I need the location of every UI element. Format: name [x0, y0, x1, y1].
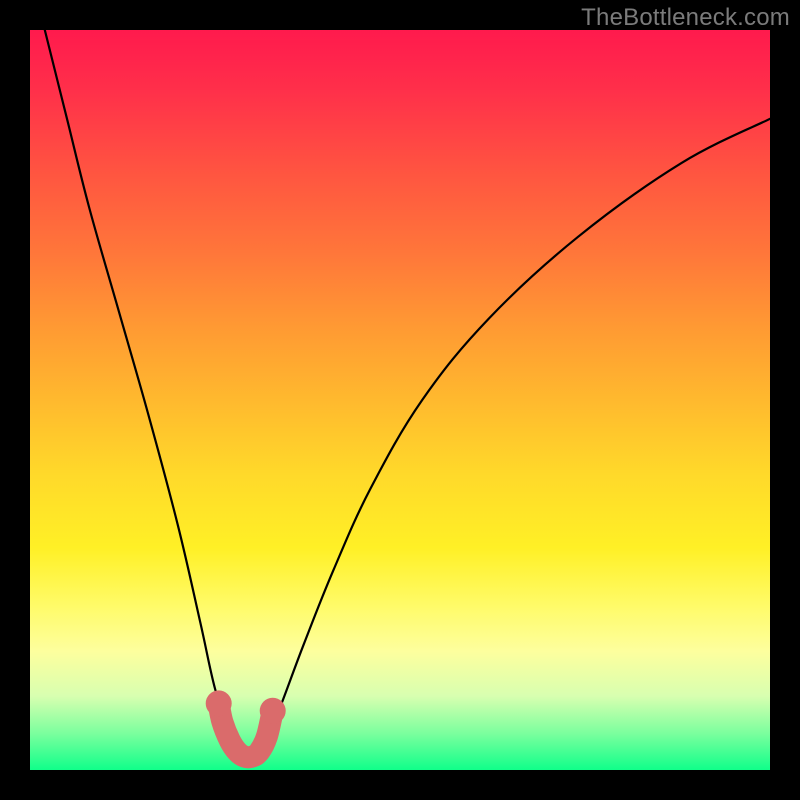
highlight-endpoint: [260, 698, 286, 724]
watermark-text: TheBottleneck.com: [581, 4, 790, 32]
bottleneck-curve-path: [45, 30, 770, 764]
highlight-endpoint: [206, 690, 232, 716]
chart-plot-area: [30, 30, 770, 770]
bottleneck-curve-svg: [30, 30, 770, 770]
